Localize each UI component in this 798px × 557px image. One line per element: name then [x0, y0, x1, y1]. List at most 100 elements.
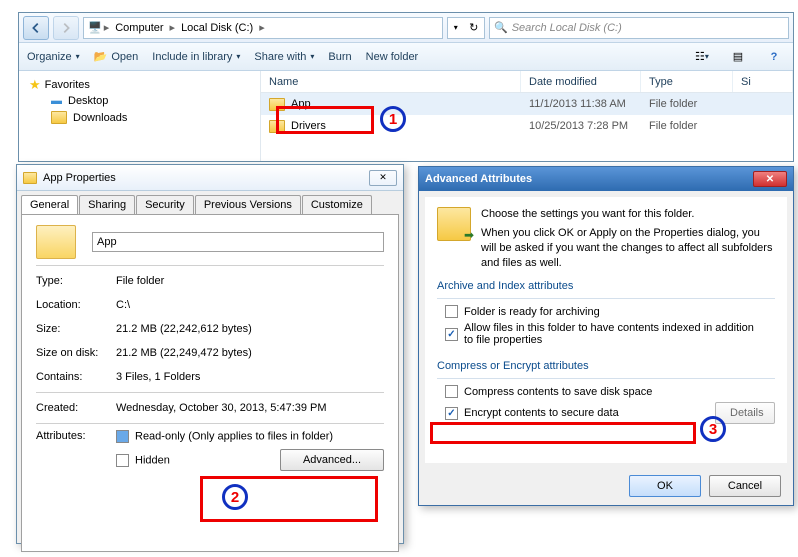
downloads-icon: [51, 111, 67, 124]
search-placeholder: Search Local Disk (C:): [512, 22, 622, 34]
search-input[interactable]: 🔍 Search Local Disk (C:): [489, 17, 789, 39]
file-type: File folder: [641, 120, 733, 132]
col-size[interactable]: Si: [733, 71, 793, 92]
archive-checkbox-row[interactable]: Folder is ready for archiving: [445, 305, 775, 318]
toolbar-organize[interactable]: Organize ▾: [27, 51, 80, 63]
properties-title: App Properties: [43, 172, 363, 184]
view-button[interactable]: ☷ ▾: [691, 47, 713, 67]
advanced-button[interactable]: Advanced...: [280, 449, 384, 471]
tab-security[interactable]: Security: [136, 195, 194, 214]
toolbar-share[interactable]: Share with ▾: [254, 51, 314, 63]
folder-large-icon: [36, 225, 76, 259]
value-size: 21.2 MB (22,242,612 bytes): [116, 323, 384, 335]
encrypt-checkbox[interactable]: [445, 407, 458, 420]
readonly-checkbox[interactable]: [116, 430, 129, 443]
advanced-attributes-dialog: Advanced Attributes ✕ Choose the setting…: [418, 166, 794, 506]
star-icon: ★: [29, 77, 41, 93]
archive-checkbox[interactable]: [445, 305, 458, 318]
refresh-icon[interactable]: ↻: [469, 21, 478, 34]
folder-icon: [269, 120, 285, 133]
explorer-navbar: 🖥️ ▸ Computer ▸ Local Disk (C:) ▸ ▾ ↻ 🔍 …: [19, 13, 793, 43]
toolbar-include[interactable]: Include in library ▾: [152, 51, 240, 63]
file-date: 11/1/2013 11:38 AM: [521, 98, 641, 110]
close-button[interactable]: ✕: [369, 170, 397, 186]
value-contains: 3 Files, 1 Folders: [116, 371, 384, 383]
file-name: App: [291, 98, 311, 110]
hidden-label: Hidden: [135, 454, 170, 466]
label-location: Location:: [36, 299, 116, 311]
label-attributes: Attributes:: [36, 430, 116, 442]
computer-icon: 🖥️: [88, 21, 102, 34]
tab-previous-versions[interactable]: Previous Versions: [195, 195, 301, 214]
archive-label: Folder is ready for archiving: [464, 306, 600, 318]
general-panel: Type:File folder Location:C:\ Size:21.2 …: [21, 214, 399, 552]
col-name[interactable]: Name: [261, 71, 521, 92]
nav-forward-button[interactable]: [53, 16, 79, 40]
compress-checkbox-row[interactable]: Compress contents to save disk space: [445, 385, 775, 398]
readonly-checkbox-row[interactable]: Read-only (Only applies to files in fold…: [116, 430, 384, 443]
col-date[interactable]: Date modified: [521, 71, 641, 92]
folder-settings-icon: [437, 207, 471, 241]
advanced-body: Choose the settings you want for this fo…: [425, 197, 787, 463]
index-checkbox[interactable]: [445, 328, 458, 341]
crumb-localdisk[interactable]: Local Disk (C:): [177, 22, 257, 34]
cancel-button[interactable]: Cancel: [709, 475, 781, 497]
index-label: Allow files in this folder to have conte…: [464, 322, 764, 346]
toolbar-burn[interactable]: Burn: [328, 51, 351, 63]
hidden-checkbox-row[interactable]: Hidden: [116, 454, 280, 467]
search-icon: 🔍: [494, 21, 508, 34]
encrypt-label: Encrypt contents to secure data: [464, 407, 619, 419]
preview-pane-button[interactable]: ▤: [727, 47, 749, 67]
value-sizedisk: 21.2 MB (22,249,472 bytes): [116, 347, 384, 359]
file-type: File folder: [641, 98, 733, 110]
folder-icon: [23, 172, 37, 184]
group-compress: Compress or Encrypt attributes: [437, 360, 775, 372]
readonly-label: Read-only (Only applies to files in fold…: [135, 430, 333, 442]
file-list: Name Date modified Type Si App 11/1/2013…: [261, 71, 793, 161]
folder-name-input[interactable]: [92, 232, 384, 252]
properties-dialog: App Properties ✕ General Sharing Securit…: [16, 164, 404, 544]
nav-back-button[interactable]: [23, 16, 49, 40]
intro-line2: When you click OK or Apply on the Proper…: [481, 226, 775, 271]
label-type: Type:: [36, 275, 116, 287]
help-button[interactable]: ?: [763, 47, 785, 67]
details-button[interactable]: Details: [715, 402, 775, 424]
explorer-window: 🖥️ ▸ Computer ▸ Local Disk (C:) ▸ ▾ ↻ 🔍 …: [18, 12, 794, 162]
column-headers: Name Date modified Type Si: [261, 71, 793, 93]
tab-sharing[interactable]: Sharing: [79, 195, 135, 214]
crumb-computer[interactable]: Computer: [111, 22, 167, 34]
intro-line1: Choose the settings you want for this fo…: [481, 207, 775, 222]
advanced-titlebar: Advanced Attributes ✕: [419, 167, 793, 191]
toolbar-open[interactable]: 📂 Open: [94, 50, 139, 63]
file-name: Drivers: [291, 120, 326, 132]
value-created: Wednesday, October 30, 2013, 5:47:39 PM: [116, 402, 384, 414]
refresh-box: ▾ ↻: [447, 17, 485, 39]
file-row-app[interactable]: App 11/1/2013 11:38 AM File folder: [261, 93, 793, 115]
label-created: Created:: [36, 402, 116, 414]
compress-checkbox[interactable]: [445, 385, 458, 398]
hidden-checkbox[interactable]: [116, 454, 129, 467]
advanced-title: Advanced Attributes: [425, 173, 753, 185]
properties-tabs: General Sharing Security Previous Versio…: [17, 191, 403, 214]
file-row-drivers[interactable]: Drivers 10/25/2013 7:28 PM File folder: [261, 115, 793, 137]
label-sizedisk: Size on disk:: [36, 347, 116, 359]
tab-customize[interactable]: Customize: [302, 195, 372, 214]
toolbar-newfolder[interactable]: New folder: [366, 51, 419, 63]
nav-downloads[interactable]: Downloads: [29, 109, 250, 126]
value-location: C:\: [116, 299, 384, 311]
tab-general[interactable]: General: [21, 195, 78, 214]
nav-desktop[interactable]: ▬Desktop: [29, 93, 250, 109]
index-checkbox-row[interactable]: Allow files in this folder to have conte…: [445, 322, 775, 346]
file-date: 10/25/2013 7:28 PM: [521, 120, 641, 132]
advanced-intro: Choose the settings you want for this fo…: [481, 207, 775, 270]
nav-favorites[interactable]: ★Favorites: [29, 77, 250, 93]
col-type[interactable]: Type: [641, 71, 733, 92]
encrypt-checkbox-row[interactable]: Encrypt contents to secure data Details: [445, 402, 775, 424]
folder-open-icon: 📂: [94, 50, 108, 63]
breadcrumb[interactable]: 🖥️ ▸ Computer ▸ Local Disk (C:) ▸: [83, 17, 443, 39]
explorer-toolbar: Organize ▾ 📂 Open Include in library ▾ S…: [19, 43, 793, 71]
dropdown-history-icon[interactable]: ▾: [454, 23, 458, 32]
ok-button[interactable]: OK: [629, 475, 701, 497]
close-button[interactable]: ✕: [753, 171, 787, 187]
folder-icon: [269, 98, 285, 111]
